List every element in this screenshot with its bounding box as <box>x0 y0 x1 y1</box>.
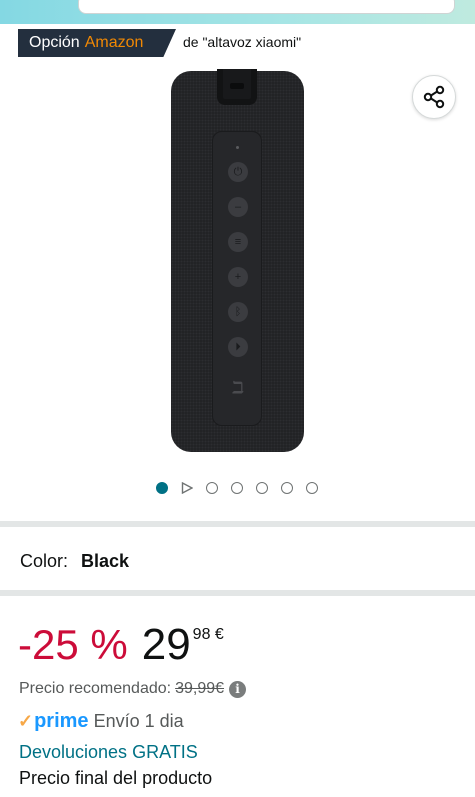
price-block: -25 % 29 98 € <box>18 620 224 670</box>
free-returns-link[interactable]: Devoluciones GRATIS <box>19 742 198 763</box>
image-carousel-indicator[interactable] <box>156 481 331 495</box>
prime-logo: ✓ prime <box>18 710 89 733</box>
final-price-note: Precio final del producto <box>19 768 213 788</box>
power-button-icon: ⏻ <box>228 162 248 182</box>
play-triangle-icon <box>181 482 193 494</box>
carousel-dot-5[interactable] <box>256 482 268 494</box>
amazon-choice-badge: Opción Amazon <box>18 29 176 57</box>
delivery-text: Envío 1 dia <box>93 711 184 731</box>
color-label: Color: <box>20 551 69 571</box>
choice-brand: Amazon <box>84 34 144 51</box>
share-icon <box>423 85 445 109</box>
color-value: Black <box>81 551 130 571</box>
carousel-dot-1[interactable] <box>156 482 168 494</box>
choice-label: Opción <box>29 34 80 51</box>
speaker-control-panel: ⏻ – ≡ + ᛒ ⏵ ℶ <box>212 131 262 426</box>
prime-wordmark: prime <box>34 710 89 732</box>
brand-mark-icon: ℶ <box>232 380 244 397</box>
carousel-dot-3[interactable] <box>206 482 218 494</box>
carousel-dot-6[interactable] <box>281 482 293 494</box>
prime-check-icon: ✓ <box>18 711 34 731</box>
section-divider <box>0 590 475 596</box>
rrp-value: 39,99€ <box>175 680 225 697</box>
info-icon[interactable]: i <box>229 680 247 698</box>
bluetooth-icon: ᛒ <box>228 302 248 322</box>
volume-down-icon: – <box>228 197 248 217</box>
price-whole: 29 <box>141 620 191 669</box>
color-selector[interactable]: Color: Black <box>20 551 129 572</box>
search-bar[interactable] <box>78 0 455 14</box>
rrp-label: Precio recomendado: <box>19 680 172 697</box>
multifunction-icon: ≡ <box>228 232 248 252</box>
share-button[interactable] <box>412 75 456 119</box>
volume-up-icon: + <box>228 267 248 287</box>
price-fraction: 98 € <box>192 626 224 643</box>
choice-query: de "altavoz xiaomi" <box>183 34 302 50</box>
speaker-strap <box>217 69 257 105</box>
play-pause-icon: ⏵ <box>228 337 248 357</box>
carousel-dot-4[interactable] <box>231 482 243 494</box>
carousel-dot-7[interactable] <box>306 482 318 494</box>
product-image[interactable]: ⏻ – ≡ + ᛒ ⏵ ℶ <box>171 69 304 452</box>
header-strip <box>0 0 475 24</box>
recommended-price: Precio recomendado: 39,99€ i <box>19 680 247 698</box>
section-divider <box>0 521 475 527</box>
carousel-video-dot[interactable] <box>181 482 193 494</box>
prime-delivery: ✓ prime Envío 1 dia <box>18 710 184 733</box>
discount-percent: -25 % <box>18 621 128 668</box>
mic-hole <box>236 146 239 149</box>
